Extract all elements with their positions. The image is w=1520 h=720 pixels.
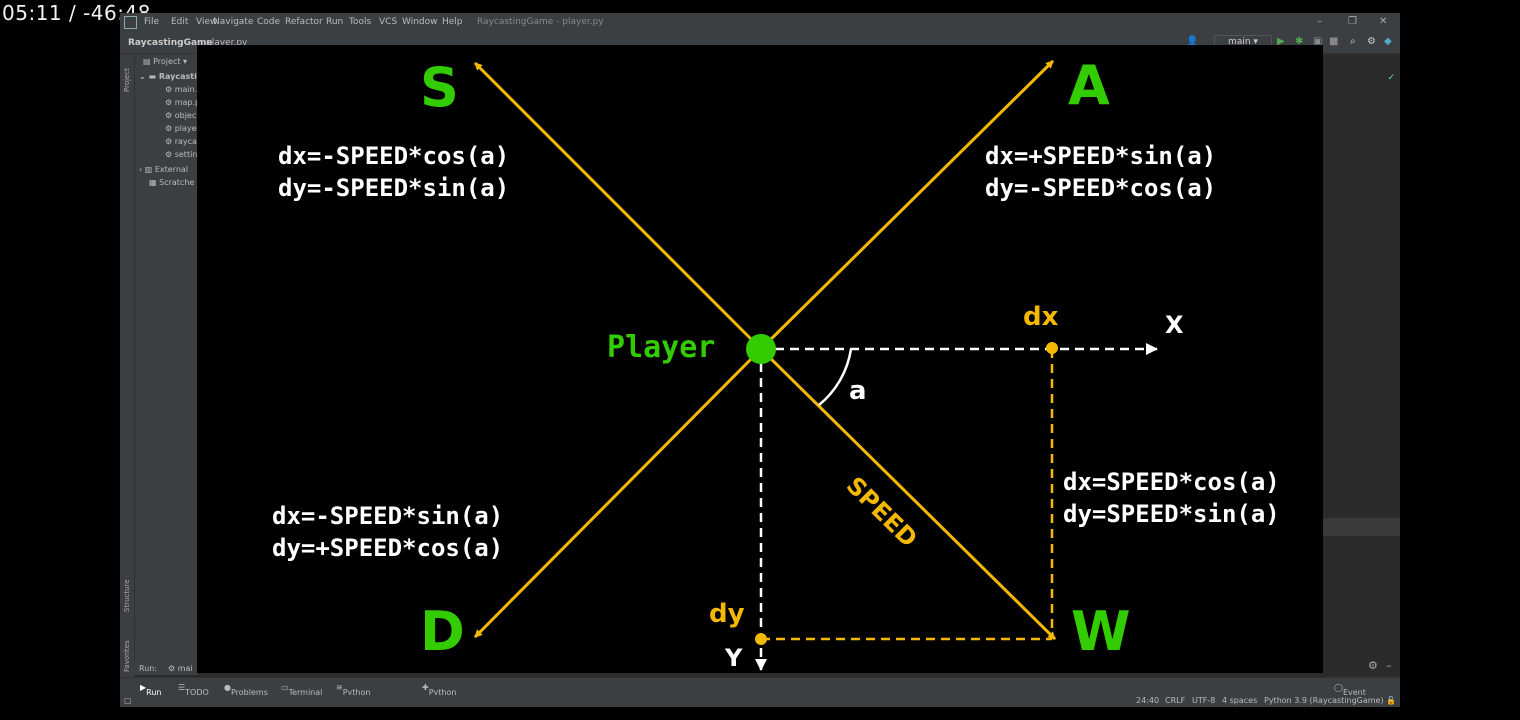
arrow-d [473, 347, 763, 639]
formula-w-dy: dy=SPEED*sin(a) [1063, 500, 1280, 528]
video-diagram: S A D W dx=-SPEED*cos(a) dy=-SPEED*sin(a… [197, 45, 1323, 673]
angle-arc [818, 348, 853, 406]
y-axis-label: Y [724, 644, 743, 672]
minimize-icon[interactable]: – [1317, 16, 1322, 27]
angle-label: a [849, 376, 867, 406]
file-item[interactable]: ⚙ map.p [165, 98, 197, 107]
dx-point [1046, 342, 1058, 354]
event-log-tab[interactable]: ◯ Event Log [1334, 683, 1366, 706]
file-item[interactable]: ⚙ objec [165, 111, 196, 120]
favorites-tool-tab[interactable]: Favorites [123, 640, 131, 672]
inspection-ok-icon: ✓ [1387, 73, 1395, 83]
file-item[interactable]: ⚙ main. [165, 85, 197, 94]
speed-label: SPEED [841, 471, 923, 552]
restore-icon[interactable]: ❐ [1348, 16, 1357, 27]
dy-point [755, 633, 767, 645]
formula-a-dx: dx=+SPEED*sin(a) [985, 142, 1216, 170]
status-bar: ▢ 24:40 CRLF UTF-8 4 spaces Python 3.9 (… [120, 695, 1400, 707]
menu-edit[interactable]: Edit [171, 17, 188, 27]
title-bar: File Edit View Navigate Code Refactor Ru… [120, 13, 1400, 31]
project-panel-header[interactable]: ▤ Project ▾ [143, 57, 187, 66]
project-root[interactable]: ⌄ ▬ Raycastin [139, 72, 197, 81]
key-a-label: A [1068, 54, 1110, 117]
formula-s-dy: dy=-SPEED*sin(a) [278, 174, 509, 202]
tab-terminal[interactable]: ▭ Terminal [281, 683, 322, 697]
bottom-tool-tabs: ▶ Run ☰ TODO ● Problems ▭ Terminal ≋ Pyt… [120, 677, 1400, 706]
hide-panel-icon[interactable]: – [1386, 659, 1392, 672]
movement-diagram: S A D W dx=-SPEED*cos(a) dy=-SPEED*sin(a… [272, 54, 1280, 672]
player-dot [746, 334, 776, 364]
run-settings-icon[interactable]: ⚙ [1368, 659, 1378, 672]
tab-todo[interactable]: ☰ TODO [178, 683, 209, 697]
menu-file[interactable]: File [144, 17, 159, 27]
tab-python-console[interactable]: ✚ Python Console [422, 683, 460, 706]
editor-right-area: ✓ [1323, 54, 1400, 670]
player-label: Player [607, 330, 715, 365]
arrow-w-speed [759, 347, 1057, 641]
line-separator[interactable]: CRLF [1165, 696, 1185, 705]
scratches[interactable]: ▦ Scratche [149, 178, 194, 187]
tab-run[interactable]: ▶ Run [140, 683, 162, 697]
plugin-icon[interactable]: ◆ [1384, 36, 1392, 47]
dx-label: dx [1023, 302, 1059, 332]
project-panel: ▤ Project ▾ ⌄ ▬ Raycastin ⚙ main. ⚙ map.… [135, 54, 197, 664]
formula-s-dx: dx=-SPEED*cos(a) [278, 142, 509, 170]
python-interpreter[interactable]: Python 3.9 (RaycastingGame) [1264, 696, 1384, 705]
file-encoding[interactable]: UTF-8 [1192, 696, 1215, 705]
menu-code[interactable]: Code [257, 17, 280, 27]
x-axis-label: X [1165, 311, 1184, 339]
menu-help[interactable]: Help [442, 17, 463, 27]
key-d-label: D [420, 600, 465, 663]
arrow-s [473, 61, 763, 351]
layout-icon[interactable]: ▢ [124, 696, 132, 705]
indent-setting[interactable]: 4 spaces [1222, 696, 1257, 705]
tab-problems[interactable]: ● Problems [224, 683, 268, 697]
formula-d-dx: dx=-SPEED*sin(a) [272, 502, 503, 530]
run-label: Run: [139, 664, 158, 673]
close-icon[interactable]: ✕ [1379, 16, 1387, 27]
formula-w-dx: dx=SPEED*cos(a) [1063, 468, 1280, 496]
menu-tools[interactable]: Tools [349, 17, 371, 27]
file-item[interactable]: ⚙ playe [165, 124, 197, 133]
highlighted-line [1323, 518, 1400, 536]
stop-icon[interactable]: ■ [1329, 36, 1338, 47]
structure-tool-tab[interactable]: Structure [123, 579, 131, 612]
settings-icon[interactable]: ⚙ [1367, 36, 1376, 47]
external-libraries[interactable]: › ▥ External [139, 165, 188, 174]
project-tool-tab[interactable]: Project [123, 68, 131, 92]
menu-navigate[interactable]: Navigate [213, 17, 253, 27]
key-w-label: W [1071, 600, 1131, 663]
cursor-position[interactable]: 24:40 [1136, 696, 1159, 705]
run-toolbar: Run: ⚙ mai [134, 661, 198, 675]
formula-a-dy: dy=-SPEED*cos(a) [985, 174, 1216, 202]
app-logo-icon [124, 16, 137, 29]
formula-d-dy: dy=+SPEED*cos(a) [272, 534, 503, 562]
menu-vcs[interactable]: VCS [379, 17, 397, 27]
file-item[interactable]: ⚙ rayca [165, 137, 197, 146]
left-tool-strip: Project Structure Favorites [120, 54, 135, 694]
run-config-tab[interactable]: ⚙ mai [168, 664, 193, 673]
file-item[interactable]: ⚙ settin [165, 150, 197, 159]
window-title: RaycastingGame - player.py [477, 17, 604, 27]
lock-icon[interactable]: 🔓 [1386, 696, 1396, 705]
menu-window[interactable]: Window [402, 17, 438, 27]
tab-python-packages[interactable]: ≋ Python Packages [336, 683, 380, 706]
arrow-a [759, 59, 1055, 351]
menu-refactor[interactable]: Refactor [285, 17, 323, 27]
dy-label: dy [709, 599, 745, 629]
menu-run[interactable]: Run [326, 17, 343, 27]
search-icon[interactable]: ⌕ [1350, 36, 1356, 47]
key-s-label: S [420, 56, 459, 119]
